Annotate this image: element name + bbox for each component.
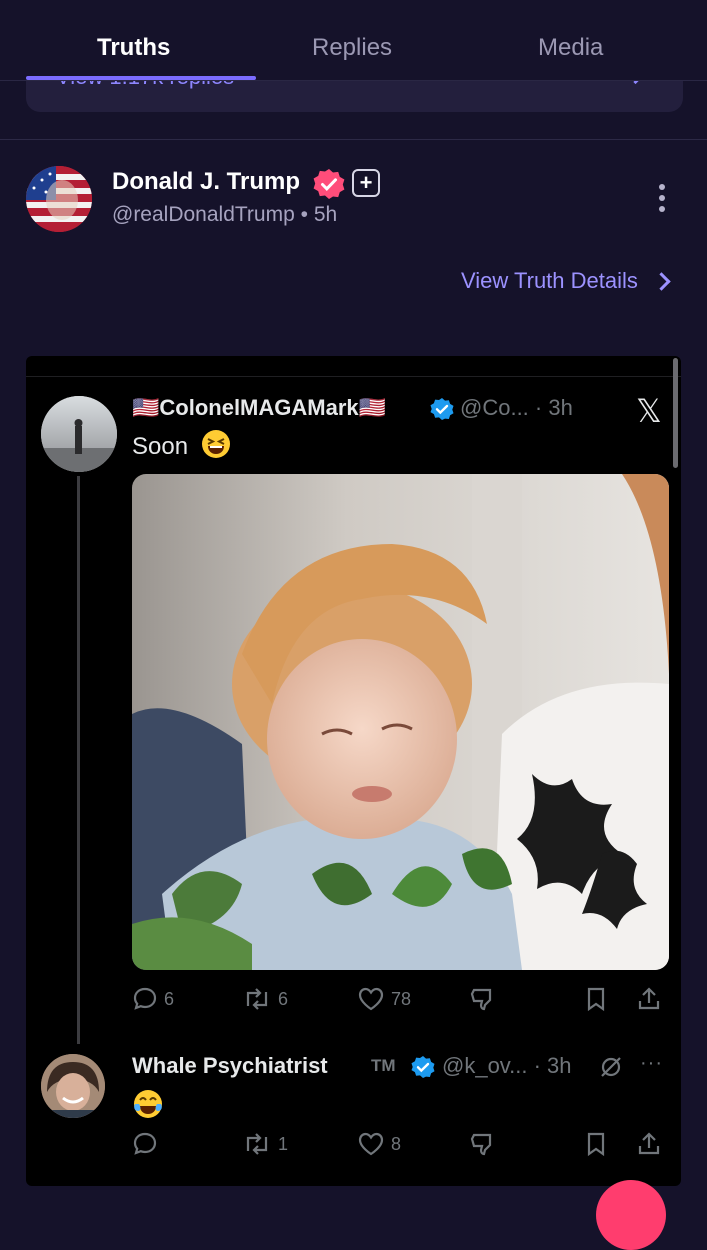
- tweet-actions: 1 8: [132, 1129, 672, 1159]
- tweet-text-content: Soon: [132, 432, 189, 460]
- avatar[interactable]: [41, 1054, 105, 1118]
- thread-line: [77, 476, 80, 1044]
- separator: •: [300, 203, 308, 226]
- verified-badge-icon: [313, 168, 345, 200]
- tweet-author-name[interactable]: Whale Psychiatrist: [132, 1053, 328, 1079]
- more-options-icon[interactable]: ···: [640, 1052, 663, 1075]
- grok-icon[interactable]: [598, 1054, 624, 1085]
- reply-button[interactable]: [132, 1129, 164, 1159]
- compose-button[interactable]: [596, 1180, 666, 1250]
- tears-of-joy-face-icon: [132, 1088, 164, 1125]
- divider: [26, 376, 681, 377]
- divider: [0, 139, 707, 140]
- tab-media[interactable]: Media: [538, 34, 603, 62]
- embedded-x-screenshot[interactable]: 🇺🇸ColonelMAGAMark🇺🇸 @Co... · 3h 𝕏 Soon 6…: [26, 356, 681, 1186]
- reply-button[interactable]: 6: [132, 984, 174, 1014]
- verified-check-icon: [411, 1055, 435, 1084]
- share-button[interactable]: [636, 1129, 662, 1159]
- tweet-author-name[interactable]: 🇺🇸ColonelMAGAMark🇺🇸: [132, 395, 386, 421]
- tweet-photo[interactable]: [132, 474, 669, 970]
- repost-count: 6: [278, 988, 289, 1009]
- author-name[interactable]: Donald J. Trump: [112, 168, 300, 196]
- verified-check-icon: [430, 397, 454, 426]
- tab-truths[interactable]: Truths: [97, 34, 170, 62]
- view-truth-details-link[interactable]: View Truth Details: [461, 268, 638, 294]
- reply-count: 6: [164, 988, 175, 1009]
- bookmark-button[interactable]: [584, 1129, 608, 1159]
- trademark-label: TM: [371, 1056, 396, 1075]
- scrollbar[interactable]: [673, 358, 678, 468]
- post-time: 5h: [313, 203, 338, 226]
- active-tab-indicator: [26, 76, 256, 80]
- tweet-handle-time: @k_ov... · 3h: [442, 1053, 572, 1078]
- tab-replies[interactable]: Replies: [312, 34, 392, 62]
- avatar[interactable]: [26, 166, 92, 232]
- more-options-icon[interactable]: [655, 184, 669, 216]
- chevron-right-icon[interactable]: [652, 272, 671, 291]
- like-button[interactable]: 78: [357, 984, 411, 1014]
- truth-plus-badge-icon: +: [352, 169, 380, 197]
- repost-button[interactable]: 1: [242, 1129, 288, 1159]
- repost-count: 1: [278, 1133, 289, 1154]
- grinning-squinting-face-icon: [201, 429, 231, 466]
- like-count: 8: [391, 1133, 402, 1154]
- repost-button[interactable]: 6: [242, 984, 288, 1014]
- dislike-button[interactable]: [469, 1129, 497, 1159]
- dislike-button[interactable]: [469, 984, 497, 1014]
- tweet-actions: 6 6 78: [132, 984, 672, 1014]
- tweet-handle-time: @Co... · 3h: [460, 395, 573, 420]
- like-count: 78: [391, 988, 412, 1009]
- profile-tabs: Truths Replies Media: [0, 0, 707, 81]
- avatar[interactable]: [41, 396, 117, 472]
- x-logo-icon: 𝕏: [636, 392, 662, 430]
- tweet-text: Soon: [132, 429, 231, 466]
- bookmark-button[interactable]: [584, 984, 608, 1014]
- share-button[interactable]: [636, 984, 662, 1014]
- author-handle: @realDonaldTrump • 5h: [112, 203, 337, 227]
- handle-text: @realDonaldTrump: [112, 203, 295, 226]
- like-button[interactable]: 8: [357, 1129, 401, 1159]
